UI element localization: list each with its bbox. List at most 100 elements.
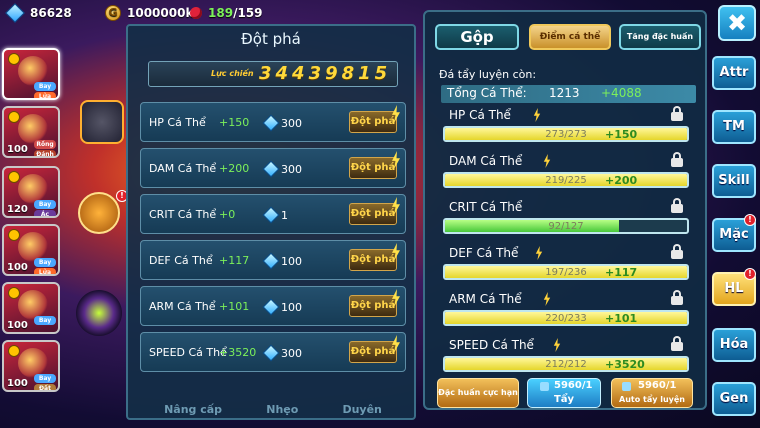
cherry-max: /159 xyxy=(233,6,263,20)
auto-wash-button[interactable]: 5960/1 Auto tẩy luyện xyxy=(611,378,693,408)
auto-count: 5960/1 xyxy=(638,380,677,391)
tab-merge[interactable]: Gộp xyxy=(435,24,519,50)
sidebar-item-0[interactable]: Attr xyxy=(712,56,756,90)
total-plus: +4088 xyxy=(601,86,642,100)
stat-name: DAM Cá Thể xyxy=(149,162,217,175)
stat-bonus: +150 xyxy=(219,116,250,129)
stat-name: ARM Cá Thể xyxy=(149,300,216,313)
sidebar-item-1[interactable]: TM xyxy=(712,110,756,144)
cost-value: 100 xyxy=(281,301,302,314)
lock-icon[interactable] xyxy=(671,152,683,167)
wash-label: Tẩy xyxy=(553,394,575,405)
lock-icon[interactable] xyxy=(671,198,683,213)
stat-plus: +117 xyxy=(605,266,638,279)
tab-nheo[interactable]: Nhẹo xyxy=(266,403,298,421)
bottom-tabs: Nâng cấp Nhẹo Duyên xyxy=(142,403,404,421)
breakthrough-button[interactable]: Đột phá xyxy=(349,157,397,179)
stat-name: SPEED Cá Thể xyxy=(149,346,227,359)
stat-name: DEF Cá Thể xyxy=(449,246,519,260)
pet-level: 100 xyxy=(7,262,28,273)
stat-bonus: +200 xyxy=(219,162,250,175)
pet-tag: Lửa xyxy=(34,268,56,274)
alert-badge-icon: ! xyxy=(744,268,756,280)
total-value: 1213 xyxy=(549,86,580,100)
stat-bonus: +0 xyxy=(219,208,236,221)
stat-plus: +3520 xyxy=(605,358,645,371)
lock-icon[interactable] xyxy=(671,290,683,305)
gem-icon xyxy=(262,160,280,178)
pet-tag: Rồng xyxy=(34,140,56,149)
team-slot[interactable]: 100 Rồng Đánh xyxy=(2,106,60,158)
sidebar-item-2[interactable]: Skill xyxy=(712,164,756,198)
lightning-icon xyxy=(533,108,541,122)
wash-button[interactable]: 5960/1 Tẩy xyxy=(527,378,601,408)
team-slot[interactable]: 100 Bay xyxy=(2,282,60,334)
stat-bonus: +3520 xyxy=(219,346,257,359)
lightning-icon xyxy=(553,338,561,352)
cost-value: 1 xyxy=(281,209,288,222)
combat-power-box: Lực chiến 34439815 xyxy=(148,61,398,87)
pet-tag: Ác xyxy=(34,210,56,216)
cherry-current: 189 xyxy=(208,6,234,20)
close-icon[interactable]: ✖ xyxy=(718,5,756,41)
tab-upgrade[interactable]: Nâng cấp xyxy=(164,403,222,421)
stat-name: ARM Cá Thể xyxy=(449,292,522,306)
lock-icon[interactable] xyxy=(671,106,683,121)
lock-icon[interactable] xyxy=(671,244,683,259)
team-slot[interactable]: 100 Bay Lửa xyxy=(2,224,60,276)
element-icon xyxy=(8,345,20,357)
stat-plus: +101 xyxy=(605,312,638,325)
cherry-icon xyxy=(190,7,202,19)
individual-stats-panel: Gộp Điểm cá thể Tăng đặc huấn Đá tẩy luy… xyxy=(423,10,707,410)
stone-icon xyxy=(622,382,631,391)
element-icon xyxy=(8,53,20,65)
tab-special-train[interactable]: Tăng đặc huấn xyxy=(619,24,701,50)
team-slot[interactable]: Bay Lửa xyxy=(2,48,60,100)
breakthrough-row: SPEED Cá Thể +3520 300 Đột phá xyxy=(140,332,406,372)
lightning-icon xyxy=(535,246,543,260)
core-gem-icon[interactable] xyxy=(76,290,122,336)
stat-value: 197/236 xyxy=(545,267,587,278)
skill-orb-icon[interactable] xyxy=(80,100,124,144)
lock-icon[interactable] xyxy=(671,336,683,351)
pet-tag: Bay xyxy=(34,258,56,267)
cost-value: 300 xyxy=(281,117,302,130)
stat-progress-bar: 273/273 +150 xyxy=(443,126,689,142)
cost-value: 300 xyxy=(281,347,302,360)
breakthrough-button[interactable]: Đột phá xyxy=(349,111,397,133)
special-train-button[interactable]: Đặc huấn cực hạn xyxy=(437,378,519,408)
pet-tag: Bay xyxy=(34,82,56,91)
lightning-icon xyxy=(543,154,551,168)
bag-icon[interactable] xyxy=(78,192,120,234)
breakthrough-button[interactable]: Đột phá xyxy=(349,295,397,317)
stat-plus: +200 xyxy=(605,174,638,187)
element-icon xyxy=(8,287,20,299)
breakthrough-button[interactable]: Đột phá xyxy=(349,341,397,363)
combat-power-value: 34439815 xyxy=(259,63,392,84)
stat-name: CRIT Cá Thể xyxy=(149,208,217,221)
tab-duyen[interactable]: Duyên xyxy=(342,403,381,421)
lightning-icon xyxy=(543,292,551,306)
element-icon xyxy=(8,171,20,183)
breakthrough-button[interactable]: Đột phá xyxy=(349,249,397,271)
combat-power-label: Lực chiến xyxy=(211,69,254,78)
total-label: Tổng Cá Thể: xyxy=(447,86,527,100)
gem-icon xyxy=(262,206,280,224)
pet-level: 120 xyxy=(7,204,28,215)
team-slot[interactable]: 120 Bay Ác xyxy=(2,166,60,218)
breakthrough-row: ARM Cá Thể +101 100 Đột phá xyxy=(140,286,406,326)
stat-bonus: +101 xyxy=(219,300,250,313)
stat-progress-bar: 197/236 +117 xyxy=(443,264,689,280)
team-slot[interactable]: 100 Bay Đất xyxy=(2,340,60,392)
total-box: Tổng Cá Thể: 1213 +4088 xyxy=(441,85,696,103)
pet-tag: Lửa xyxy=(34,92,56,98)
pet-level: 100 xyxy=(7,144,28,155)
pet-tag: Bay xyxy=(34,200,56,209)
stat-progress-bar: 219/225 +200 xyxy=(443,172,689,188)
breakthrough-button[interactable]: Đột phá xyxy=(349,203,397,225)
sidebar-item-6[interactable]: Gen xyxy=(712,382,756,416)
stat-name: SPEED Cá Thể xyxy=(449,338,534,352)
tab-individual-points[interactable]: Điểm cá thể xyxy=(529,24,611,50)
sidebar-item-5[interactable]: Hóa xyxy=(712,328,756,362)
alert-badge-icon: ! xyxy=(744,214,756,226)
